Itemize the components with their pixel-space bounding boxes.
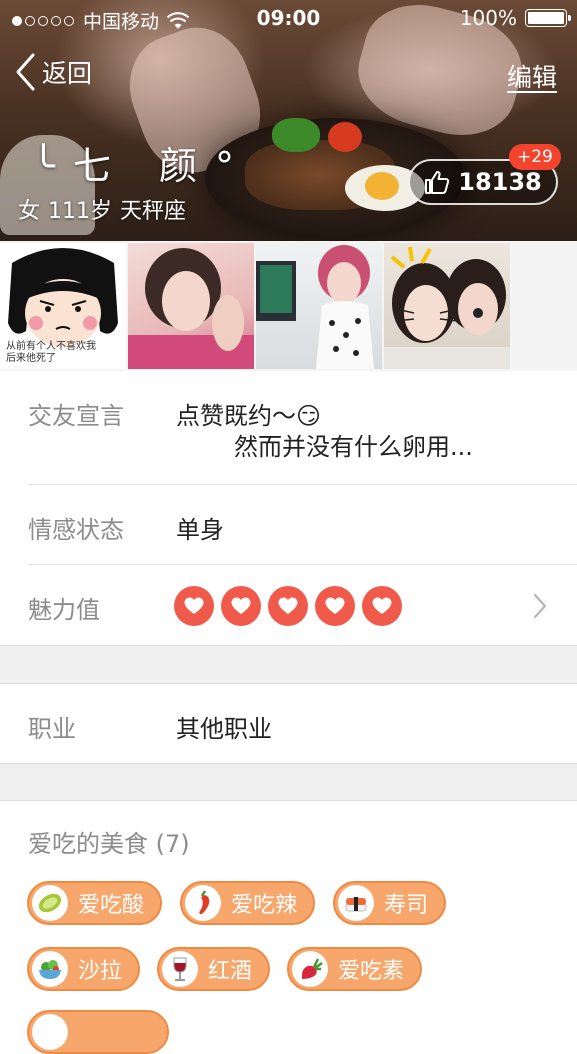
thumbs-up-icon — [425, 171, 450, 194]
tag-label: 红酒 — [208, 959, 253, 984]
friends-photo-image — [384, 246, 510, 369]
selfie-image — [128, 248, 254, 369]
declaration-line-2: 然而并没有什么卵用... — [234, 433, 473, 461]
photo-caption: 从前有个人不喜欢我 后来他死了 — [6, 341, 96, 364]
heart-icon — [221, 586, 261, 626]
profile-meta: 女 111岁 天秤座 — [18, 193, 194, 225]
tag-label: 爱吃素 — [338, 959, 405, 984]
food-tag-partial[interactable] — [27, 1010, 169, 1054]
profile-header: 中国移动 09:00 100% 返回 编辑 ╰七 颜° 女 111岁 天秤座 181… — [0, 0, 577, 241]
photo-3[interactable] — [256, 243, 382, 369]
photo-strip: 从前有个人不喜欢我 后来他死了 — [0, 241, 577, 371]
food-tag-veggie[interactable]: 爱吃素 — [287, 947, 423, 991]
tomato-shape — [328, 122, 362, 152]
job-label: 职业 — [28, 715, 76, 743]
food-tag-sushi[interactable]: 寿司 — [333, 881, 447, 925]
edit-button[interactable]: 编辑 — [507, 58, 557, 94]
section-gap — [0, 646, 577, 683]
relationship-row: 情感状态 单身 — [0, 485, 577, 564]
food-icon — [32, 1014, 68, 1050]
like-delta-badge: +29 — [509, 144, 561, 170]
photo-1[interactable]: 从前有个人不喜欢我 后来他死了 — [0, 243, 126, 369]
lemon-icon — [32, 885, 68, 921]
charm-hearts — [174, 586, 409, 626]
relationship-value: 单身 — [176, 516, 224, 544]
battery-percent: 100% — [459, 6, 517, 30]
tag-label: 爱吃辣 — [231, 893, 298, 918]
photo-2[interactable] — [128, 243, 254, 369]
radish-icon — [292, 951, 328, 987]
heart-icon — [268, 586, 308, 626]
salad-icon — [32, 951, 68, 987]
status-bar: 中国移动 09:00 100% — [0, 0, 577, 38]
food-tag-spicy[interactable]: 爱吃辣 — [180, 881, 316, 925]
chevron-left-icon — [16, 53, 35, 91]
sushi-icon — [338, 885, 374, 921]
tag-label: 沙拉 — [78, 959, 123, 984]
wine-icon — [162, 951, 198, 987]
food-tag-sour[interactable]: 爱吃酸 — [27, 881, 163, 925]
food-tag-wine[interactable]: 红酒 — [157, 947, 271, 991]
job-value: 其他职业 — [176, 715, 272, 743]
back-button[interactable]: 返回 — [14, 52, 92, 92]
relationship-label: 情感状态 — [28, 516, 124, 544]
heart-icon — [315, 586, 355, 626]
like-count: 18138 — [458, 168, 542, 196]
photo-4[interactable] — [384, 243, 510, 369]
tag-label: 寿司 — [384, 893, 429, 918]
foods-title: 爱吃的美食 (7) — [28, 830, 190, 858]
chevron-right-icon[interactable] — [532, 592, 548, 620]
tag-label: 爱吃酸 — [78, 893, 145, 918]
broccoli-shape — [272, 118, 320, 152]
declaration-line-1: 点赞既约～😏 — [176, 402, 322, 430]
heart-icon — [362, 586, 402, 626]
job-row: 职业 其他职业 — [0, 684, 577, 763]
battery-icon — [525, 9, 571, 27]
nickname: ╰七 颜° — [32, 144, 252, 188]
zodiac: 天秤座 — [120, 199, 187, 224]
yolk-shape — [365, 172, 399, 200]
age: 111岁 — [48, 199, 113, 224]
back-label: 返回 — [42, 59, 93, 88]
desk-photo-image — [256, 245, 374, 369]
heart-icon — [174, 586, 214, 626]
section-gap — [0, 764, 577, 800]
declaration-label: 交友宣言 — [28, 402, 124, 430]
gender: 女 — [18, 199, 41, 224]
chili-icon — [185, 885, 221, 921]
food-tag-salad[interactable]: 沙拉 — [27, 947, 141, 991]
declaration-row: 交友宣言 点赞既约～😏 然而并没有什么卵用... — [0, 371, 577, 484]
charm-label: 魅力值 — [28, 596, 100, 624]
divider — [0, 800, 577, 801]
